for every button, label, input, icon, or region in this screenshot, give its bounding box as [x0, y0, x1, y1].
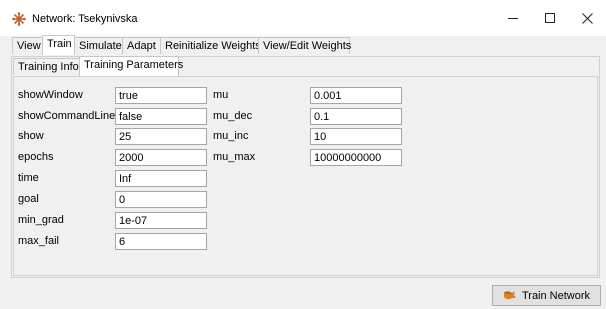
tab-train[interactable]: Train	[42, 35, 75, 55]
tab-view-edit-weights-label: View/Edit Weights	[263, 40, 352, 52]
train-network-icon	[503, 291, 516, 300]
window-title: Network: Tsekynivska	[32, 13, 138, 25]
param-label-max-fail: max_fail	[18, 235, 59, 247]
param-field-showwindow[interactable]	[115, 87, 207, 104]
tab-simulate-label: Simulate	[79, 40, 122, 52]
title-bar: Network: Tsekynivska	[0, 0, 606, 36]
param-field-min-grad[interactable]	[115, 212, 207, 229]
param-label-mu-max: mu_max	[213, 151, 256, 163]
tab-reinitialize-weights-label: Reinitialize Weights	[165, 40, 261, 52]
param-field-mu[interactable]	[310, 87, 402, 104]
param-field-time[interactable]	[115, 170, 207, 187]
param-label-time: time	[18, 172, 39, 184]
train-network-button[interactable]: Train Network	[492, 285, 601, 306]
param-field-mu-dec[interactable]	[310, 108, 402, 125]
close-icon	[581, 12, 593, 24]
tab-reinitialize-weights[interactable]: Reinitialize Weights	[160, 37, 261, 54]
tab-view[interactable]: View	[12, 37, 43, 54]
maximize-button[interactable]	[535, 6, 565, 30]
tab-training-info-label: Training Info	[18, 61, 79, 73]
param-field-goal[interactable]	[115, 191, 207, 208]
param-label-show: show	[18, 130, 44, 142]
tab-train-label: Train	[47, 38, 72, 50]
maximize-icon	[545, 13, 555, 23]
tab-view-label: View	[17, 40, 41, 52]
tab-simulate[interactable]: Simulate	[74, 37, 123, 54]
param-field-mu-inc[interactable]	[310, 128, 402, 145]
param-field-mu-max[interactable]	[310, 149, 402, 166]
param-field-show[interactable]	[115, 128, 207, 145]
tab-adapt-label: Adapt	[127, 40, 156, 52]
param-label-goal: goal	[18, 193, 39, 205]
param-field-showcommandline[interactable]	[115, 108, 207, 125]
tab-training-parameters[interactable]: Training Parameters	[79, 56, 183, 76]
training-parameters-panel	[13, 76, 598, 276]
tab-adapt[interactable]: Adapt	[122, 37, 161, 54]
train-network-label: Train Network	[521, 289, 591, 302]
param-label-mu-dec: mu_dec	[213, 110, 253, 122]
tab-training-info[interactable]: Training Info	[13, 58, 80, 75]
param-field-max-fail[interactable]	[115, 233, 207, 250]
minimize-icon	[508, 18, 518, 19]
minimize-button[interactable]	[498, 6, 528, 30]
tab-training-parameters-label: Training Parameters	[84, 59, 184, 71]
param-label-epochs: epochs	[18, 151, 54, 163]
param-label-mu: mu	[213, 89, 229, 101]
param-label-min-grad: min_grad	[18, 214, 64, 226]
param-label-showcommandline: showCommandLine	[18, 110, 116, 122]
param-field-epochs[interactable]	[115, 149, 207, 166]
matlab-nn-app-icon	[12, 12, 26, 26]
param-label-mu-inc: mu_inc	[213, 130, 249, 142]
tab-view-edit-weights[interactable]: View/Edit Weights	[258, 37, 352, 54]
close-button[interactable]	[572, 6, 602, 30]
param-label-showwindow: showWindow	[18, 89, 83, 101]
